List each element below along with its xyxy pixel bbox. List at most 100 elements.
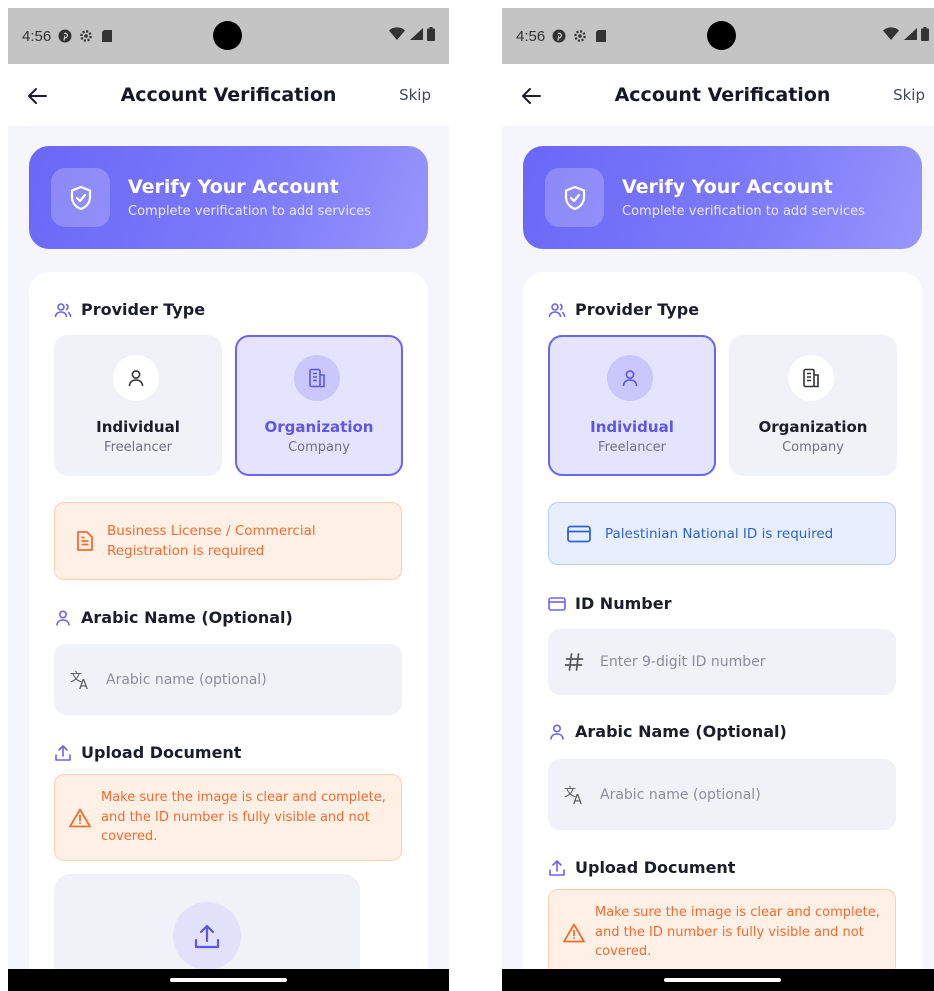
banner-title: Verify Your Account (622, 176, 833, 198)
camera-cutout (213, 21, 242, 50)
national-id-notice-text: Palestinian National ID is required (605, 525, 834, 542)
app-header: Account Verification Skip (502, 64, 934, 126)
national-id-required-notice: Palestinian National ID is required (548, 502, 896, 565)
document-icon (77, 531, 93, 551)
upload-icon (173, 902, 241, 969)
pinterest-icon (58, 29, 72, 43)
translate-icon: 文A (564, 785, 582, 805)
upload-dropzone[interactable] (54, 874, 360, 969)
license-required-notice: Business License / Commercial Registrati… (54, 502, 402, 580)
page-title: Account Verification (614, 84, 831, 106)
gear-icon (573, 29, 587, 43)
upload-document-label: Upload Document (548, 858, 735, 877)
id-number-label: ID Number (548, 594, 671, 613)
individual-subtitle: Freelancer (104, 440, 172, 455)
translate-icon: 文A (70, 670, 88, 690)
warning-triangle-icon (563, 923, 585, 942)
banner-subtitle: Complete verification to add services (128, 204, 371, 219)
navigation-bar (502, 969, 934, 991)
individual-option[interactable]: Individual Freelancer (548, 335, 716, 476)
svg-text:A: A (79, 678, 88, 690)
individual-title: Individual (96, 418, 180, 436)
users-icon (54, 302, 72, 317)
wifi-icon (389, 27, 405, 45)
provider-type-label: Provider Type (54, 300, 205, 319)
verification-form-card: Provider Type Individual Freelancer Orga… (29, 272, 428, 969)
status-bar: 4:56 (502, 8, 934, 64)
id-card-icon (567, 525, 591, 542)
provider-type-text: Provider Type (575, 300, 700, 319)
organization-title: Organization (758, 418, 868, 436)
image-quality-warning-text: Make sure the image is clear and complet… (595, 905, 880, 960)
id-number-input[interactable]: Enter 9-digit ID number (548, 629, 896, 695)
navigation-bar (8, 969, 449, 991)
organization-option[interactable]: Organization Company (729, 335, 897, 476)
user-icon (113, 355, 159, 401)
upload-document-label: Upload Document (54, 743, 241, 762)
battery-icon (427, 27, 435, 45)
arabic-name-placeholder: Arabic name (optional) (600, 786, 761, 803)
arabic-name-text: Arabic Name (Optional) (575, 722, 787, 741)
id-card-icon (548, 596, 566, 611)
home-gesture-handle[interactable] (170, 978, 287, 982)
phone-screen-individual: 4:56 Account Verification Skip Verify Yo… (502, 8, 934, 991)
arabic-name-input[interactable]: 文A Arabic name (optional) (54, 644, 402, 715)
id-number-text: ID Number (575, 594, 672, 613)
upload-icon (55, 744, 71, 761)
battery-icon (921, 27, 929, 45)
shield-check-icon (545, 168, 604, 227)
banner-subtitle: Complete verification to add services (622, 204, 865, 219)
phone-screen-organization: 4:56 Account Verification Skip Verify Yo… (8, 8, 449, 991)
gear-icon (79, 29, 93, 43)
scroll-content[interactable]: Verify Your Account Complete verificatio… (8, 126, 449, 969)
organization-title: Organization (264, 418, 374, 436)
individual-subtitle: Freelancer (598, 440, 666, 455)
building-icon (294, 355, 340, 401)
banner-title: Verify Your Account (128, 176, 339, 198)
signal-icon (409, 27, 423, 45)
organization-subtitle: Company (288, 440, 350, 455)
hash-icon (564, 653, 584, 671)
verification-form-card: Provider Type Individual Freelancer Orga… (523, 272, 922, 969)
shield-check-icon (51, 168, 110, 227)
license-notice-text: Business License / Commercial Registrati… (107, 522, 316, 559)
wifi-icon (883, 27, 899, 45)
building-icon (788, 355, 834, 401)
home-gesture-handle[interactable] (664, 978, 781, 982)
signal-icon (903, 27, 917, 45)
warning-triangle-icon (69, 808, 91, 827)
upload-document-text: Upload Document (81, 743, 242, 762)
users-icon (548, 302, 566, 317)
arabic-name-placeholder: Arabic name (optional) (106, 671, 267, 688)
arabic-name-input[interactable]: 文A Arabic name (optional) (548, 759, 896, 830)
user-icon (607, 355, 653, 401)
individual-option[interactable]: Individual Freelancer (54, 335, 222, 476)
sd-card-icon (594, 29, 608, 43)
image-quality-warning-text: Make sure the image is clear and complet… (101, 790, 386, 845)
arabic-name-label: Arabic Name (Optional) (548, 722, 787, 741)
scroll-content[interactable]: Verify Your Account Complete verificatio… (502, 126, 934, 969)
app-header: Account Verification Skip (8, 64, 449, 126)
svg-text:A: A (573, 793, 582, 805)
status-time: 4:56 (516, 27, 546, 45)
organization-subtitle: Company (782, 440, 844, 455)
status-time: 4:56 (22, 27, 52, 45)
pinterest-icon (552, 29, 566, 43)
organization-option[interactable]: Organization Company (235, 335, 403, 476)
page-title: Account Verification (120, 84, 337, 106)
skip-button[interactable]: Skip (399, 86, 431, 104)
provider-type-label: Provider Type (548, 300, 699, 319)
arabic-name-text: Arabic Name (Optional) (81, 608, 293, 627)
verify-banner: Verify Your Account Complete verificatio… (29, 146, 428, 249)
verify-banner: Verify Your Account Complete verificatio… (523, 146, 922, 249)
status-bar: 4:56 (8, 8, 449, 64)
image-quality-warning: Make sure the image is clear and complet… (54, 774, 402, 861)
user-icon (56, 609, 70, 626)
skip-button[interactable]: Skip (893, 86, 925, 104)
image-quality-warning: Make sure the image is clear and complet… (548, 889, 896, 969)
upload-document-text: Upload Document (575, 858, 736, 877)
individual-title: Individual (590, 418, 674, 436)
arabic-name-label: Arabic Name (Optional) (54, 608, 293, 627)
sd-card-icon (100, 29, 114, 43)
user-icon (550, 723, 564, 740)
